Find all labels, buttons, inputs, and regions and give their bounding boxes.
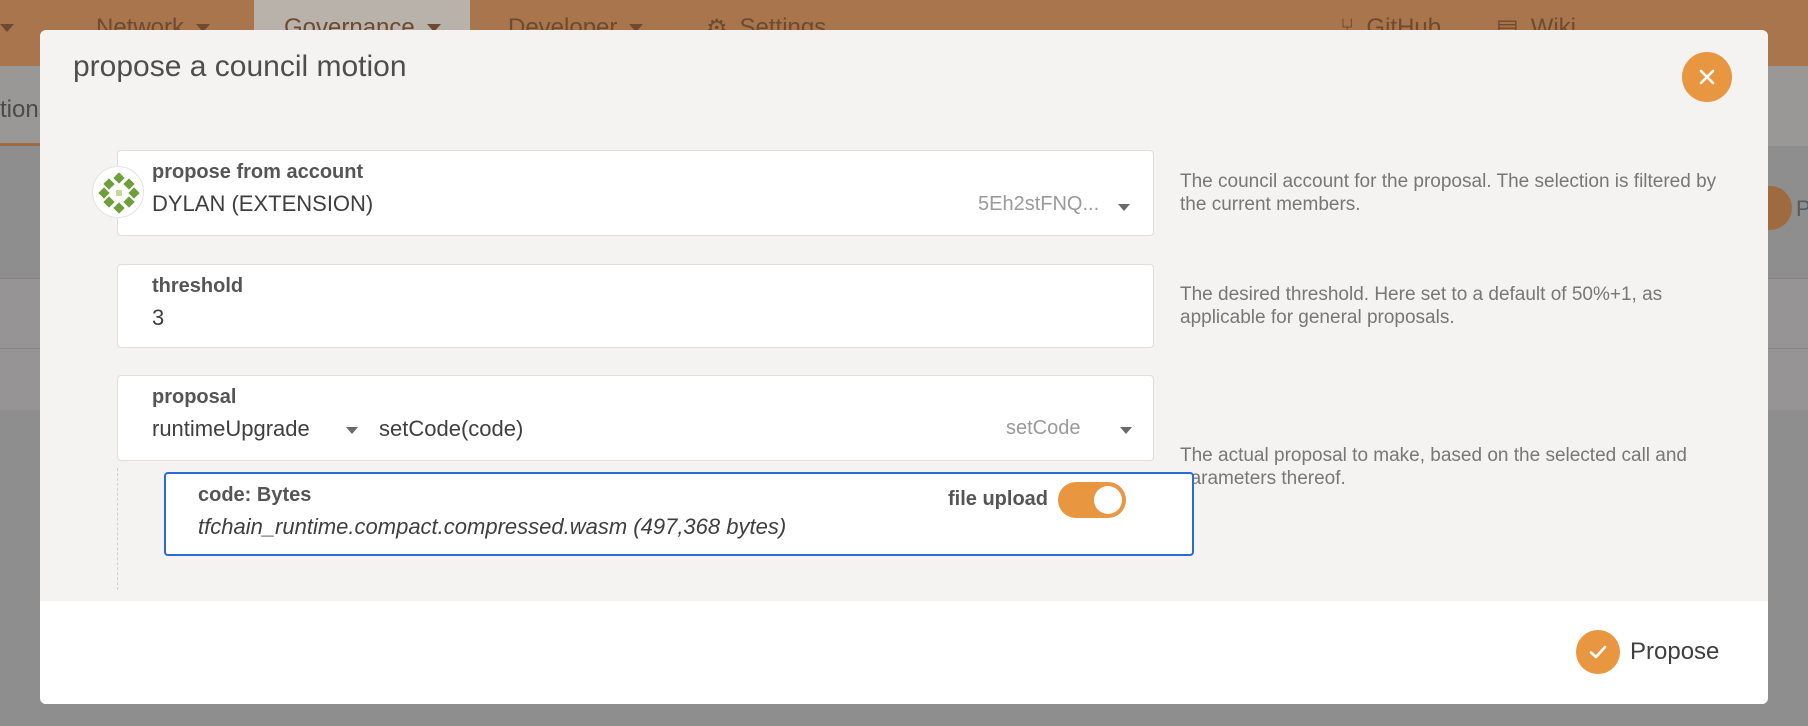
threshold-input[interactable]: 3 — [152, 305, 164, 331]
close-icon — [1699, 69, 1715, 85]
param-indent-line — [117, 468, 118, 590]
proposal-label: proposal — [152, 386, 237, 408]
identicon-icon — [98, 172, 140, 214]
proposal-module: runtimeUpgrade — [152, 416, 310, 441]
chevron-down-icon — [346, 427, 358, 434]
check-icon — [1576, 630, 1620, 674]
account-name: DYLAN (EXTENSION) — [152, 191, 374, 216]
proposal-call: setCode(code) — [379, 416, 524, 441]
file-upload-toggle[interactable] — [1058, 482, 1126, 518]
threshold-field[interactable]: threshold 3 — [117, 264, 1154, 348]
modal-footer — [40, 601, 1768, 704]
account-select[interactable]: propose from account DYLAN (EXTENSION) 5… — [117, 150, 1154, 236]
code-label: code: Bytes — [198, 484, 312, 506]
code-file-value: tfchain_runtime.compact.compressed.wasm … — [198, 514, 787, 539]
file-upload-label: file upload — [948, 488, 1048, 510]
propose-button[interactable]: Propose — [1576, 630, 1719, 674]
proposal-call-select[interactable]: setCode(code) setCode — [378, 410, 1153, 460]
toggle-knob — [1094, 486, 1122, 514]
account-address: 5Eh2stFNQ... — [978, 193, 1100, 215]
proposal-module-select[interactable]: runtimeUpgrade — [118, 410, 368, 460]
nav-menu-caret[interactable] — [0, 10, 14, 46]
proposal-call-short: setCode — [1006, 417, 1081, 439]
propose-label: Propose — [1630, 638, 1720, 665]
modal-title: propose a council motion — [73, 50, 407, 83]
background-action-label: P — [1796, 196, 1808, 221]
avatar — [92, 166, 144, 218]
threshold-label: threshold — [152, 275, 244, 297]
account-label: propose from account — [152, 161, 364, 183]
code-bytes-field[interactable]: code: Bytes tfchain_runtime.compact.comp… — [164, 472, 1194, 556]
proposal-help: The actual proposal to make, based on th… — [1180, 445, 1687, 489]
chevron-down-icon — [1120, 427, 1132, 434]
chevron-down-icon — [0, 24, 14, 32]
threshold-help: The desired threshold. Here set to a def… — [1180, 284, 1663, 328]
chevron-down-icon — [1118, 204, 1130, 211]
close-button[interactable] — [1682, 52, 1732, 102]
proposal-field: proposal runtimeUpgrade setCode(code) se… — [117, 375, 1154, 461]
account-help: The council account for the proposal. Th… — [1180, 171, 1717, 215]
propose-motion-modal: propose a council motion propose from ac… — [40, 30, 1768, 704]
